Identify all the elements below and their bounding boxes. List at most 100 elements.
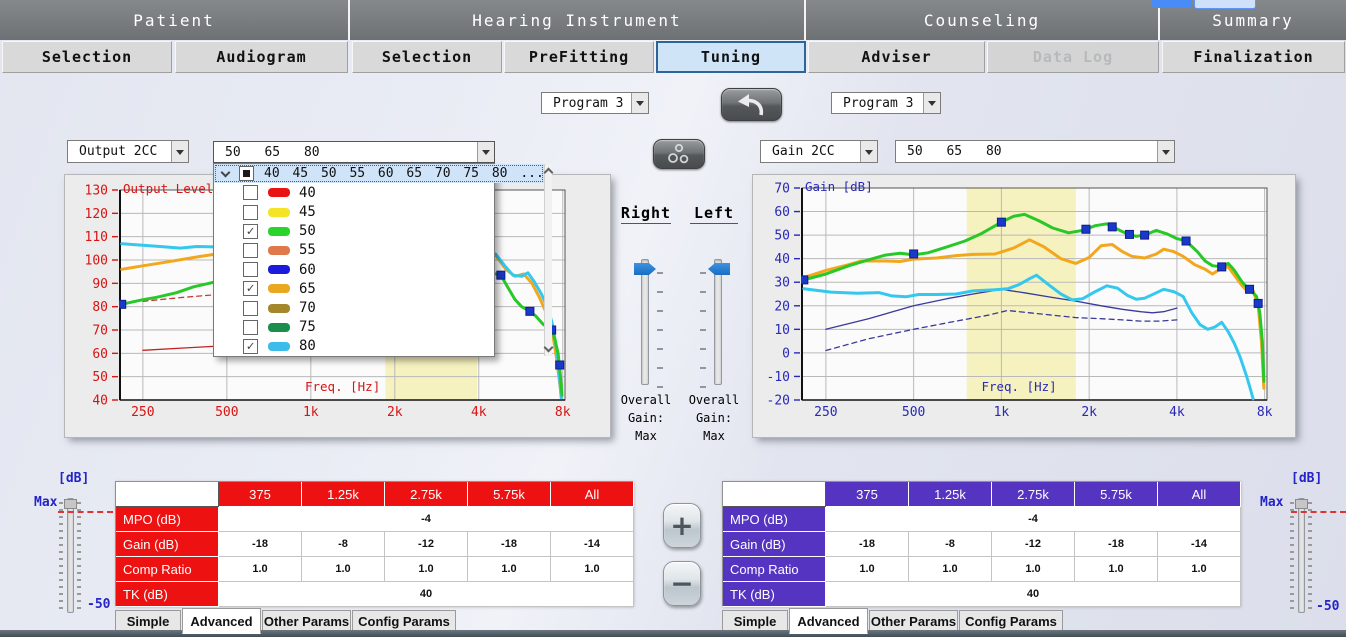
curve-handle-marker[interactable] — [556, 361, 564, 369]
table-col-header-5.75k[interactable]: 5.75k — [468, 482, 551, 507]
curve-handle-marker[interactable] — [1246, 285, 1254, 293]
dropdown-arrow-icon[interactable] — [923, 93, 940, 113]
link-channels-button[interactable] — [653, 139, 705, 169]
table-value-cell[interactable]: 1.0 — [909, 557, 992, 582]
table-value-cell[interactable]: 1.0 — [1158, 557, 1241, 582]
legend-item-55[interactable]: 55 — [214, 241, 544, 260]
legend-checkbox[interactable] — [243, 185, 258, 200]
legend-checkbox[interactable] — [243, 262, 258, 277]
output-view-select[interactable]: Output 2CC — [67, 140, 189, 163]
table-value-cell[interactable]: -18 — [468, 532, 551, 557]
dropdown-arrow-icon[interactable] — [477, 142, 494, 162]
table-value-cell[interactable]: 1.0 — [468, 557, 551, 582]
table-value-cell[interactable]: -12 — [992, 532, 1075, 557]
table-value-cell[interactable]: 1.0 — [219, 557, 302, 582]
param-tab-other-params[interactable]: Other Params — [869, 610, 958, 632]
curve-handle-marker[interactable] — [1125, 230, 1133, 238]
legend-header-row[interactable]: 40 45 50 55 60 65 70 75 80 ... — [214, 164, 544, 183]
curve-levels-select-right[interactable]: 50 65 80 — [895, 140, 1175, 163]
program-select-left[interactable]: Program 3 — [541, 92, 649, 114]
legend-item-45[interactable]: 45 — [214, 203, 544, 222]
tab-prefitting[interactable]: PreFitting — [504, 41, 654, 73]
left-master-slider-thumb[interactable] — [64, 499, 77, 509]
table-value-cell[interactable]: 1.0 — [302, 557, 385, 582]
param-tab-advanced[interactable]: Advanced — [182, 608, 261, 634]
table-value-cell[interactable]: -12 — [385, 532, 468, 557]
tab-tuning[interactable]: Tuning — [656, 41, 806, 73]
table-value-cell[interactable]: -18 — [826, 532, 909, 557]
legend-checkbox[interactable] — [243, 320, 258, 335]
select-all-checkbox[interactable] — [239, 166, 254, 181]
table-value-cell[interactable]: 1.0 — [992, 557, 1075, 582]
tab-audiogram[interactable]: Audiogram — [175, 41, 348, 73]
table-col-header-375[interactable]: 375 — [826, 482, 909, 507]
legend-checkbox[interactable] — [243, 205, 258, 220]
legend-item-70[interactable]: 70 — [214, 298, 544, 317]
param-tab-simple[interactable]: Simple — [115, 610, 181, 632]
table-value-cell[interactable]: -18 — [219, 532, 302, 557]
table-merged-value[interactable]: -4 — [219, 507, 634, 532]
dropdown-arrow-icon[interactable] — [860, 141, 877, 162]
table-merged-value[interactable]: -4 — [826, 507, 1241, 532]
table-value-cell[interactable]: 1.0 — [826, 557, 909, 582]
right-gain-slider-thumb[interactable] — [634, 263, 656, 275]
legend-checkbox[interactable] — [243, 301, 258, 316]
curve-handle-marker[interactable] — [1254, 299, 1262, 307]
gain-chart-panel[interactable]: -20-100102030405060702505001k2k4k8kGain … — [753, 175, 1295, 437]
legend-item-40[interactable]: 40 — [214, 183, 544, 202]
table-col-header-1.25k[interactable]: 1.25k — [909, 482, 992, 507]
gain-view-select[interactable]: Gain 2CC — [760, 140, 878, 163]
scroll-up-icon[interactable] — [543, 168, 553, 178]
table-value-cell[interactable]: -18 — [1075, 532, 1158, 557]
table-value-cell[interactable]: -14 — [551, 532, 634, 557]
scroll-down-icon[interactable] — [543, 343, 553, 353]
decrease-button[interactable]: − — [663, 561, 701, 606]
table-value-cell[interactable]: 1.0 — [1075, 557, 1158, 582]
legend-item-75[interactable]: 75 — [214, 318, 544, 337]
dropdown-arrow-icon[interactable] — [1157, 141, 1174, 162]
undo-button[interactable] — [721, 88, 782, 121]
curve-handle-marker[interactable] — [800, 276, 808, 284]
curve-handle-marker[interactable] — [1082, 225, 1090, 233]
table-value-cell[interactable]: -14 — [1158, 532, 1241, 557]
curve-handle-marker[interactable] — [1182, 237, 1190, 245]
curve-levels-select-left[interactable]: 50 65 80 — [213, 141, 495, 163]
tab-adviser[interactable]: Adviser — [808, 41, 985, 73]
table-col-header-All[interactable]: All — [551, 482, 634, 507]
table-merged-value[interactable]: 40 — [219, 582, 634, 607]
param-tab-config-params[interactable]: Config Params — [959, 610, 1063, 632]
table-value-cell[interactable]: 1.0 — [551, 557, 634, 582]
right-master-slider-track[interactable] — [1298, 498, 1305, 613]
table-value-cell[interactable]: -8 — [909, 532, 992, 557]
param-tab-other-params[interactable]: Other Params — [262, 610, 351, 632]
curve-handle-marker[interactable] — [1141, 231, 1149, 239]
curve-handle-marker[interactable] — [910, 250, 918, 258]
curve-handle-marker[interactable] — [997, 218, 1005, 226]
right-gain-slider-track[interactable] — [641, 259, 649, 385]
legend-checkbox[interactable] — [243, 243, 258, 258]
tab-finalization[interactable]: Finalization — [1162, 41, 1345, 73]
legend-item-65[interactable]: ✓65 — [214, 279, 544, 298]
table-merged-value[interactable]: 40 — [826, 582, 1241, 607]
gain-chart[interactable]: -20-100102030405060702505001k2k4k8kGain … — [753, 175, 1295, 437]
right-master-slider-thumb[interactable] — [1295, 499, 1308, 509]
table-value-cell[interactable]: 1.0 — [385, 557, 468, 582]
table-col-header-1.25k[interactable]: 1.25k — [302, 482, 385, 507]
table-value-cell[interactable]: -8 — [302, 532, 385, 557]
program-select-right[interactable]: Program 3 — [831, 92, 941, 114]
param-tab-simple[interactable]: Simple — [722, 610, 788, 632]
legend-item-80[interactable]: ✓80 — [214, 337, 544, 356]
param-tab-advanced[interactable]: Advanced — [789, 608, 868, 634]
increase-button[interactable]: + — [663, 503, 701, 548]
table-col-header-375[interactable]: 375 — [219, 482, 302, 507]
left-gain-slider-track[interactable] — [714, 259, 722, 385]
table-col-header-2.75k[interactable]: 2.75k — [992, 482, 1075, 507]
table-col-header-2.75k[interactable]: 2.75k — [385, 482, 468, 507]
left-master-slider-track[interactable] — [67, 498, 74, 613]
left-gain-slider-thumb[interactable] — [708, 263, 730, 275]
dropdown-arrow-icon[interactable] — [171, 141, 188, 162]
param-tab-config-params[interactable]: Config Params — [352, 610, 456, 632]
tab-patient-selection[interactable]: Selection — [2, 41, 172, 73]
legend-checkbox[interactable]: ✓ — [243, 339, 258, 354]
curve-handle-marker[interactable] — [1218, 263, 1226, 271]
